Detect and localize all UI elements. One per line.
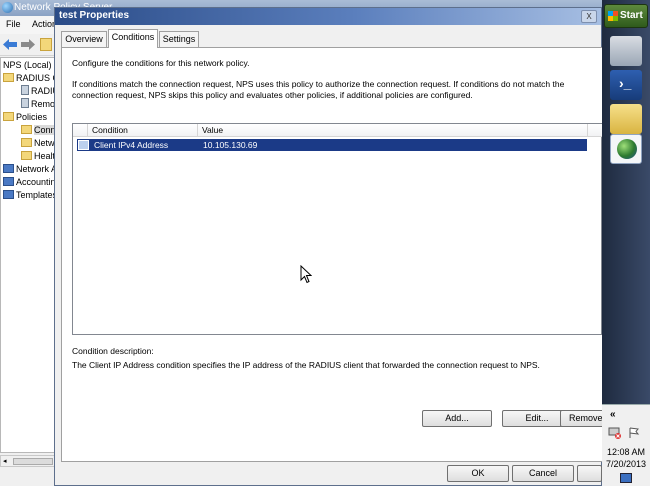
tree-label: Health Policies [34,151,54,161]
explanation-line-1: If conditions match the connection reque… [72,79,565,89]
action-center-flag-icon[interactable] [628,427,640,439]
folder-icon [3,112,14,121]
tree-label: Remote RADIUS Server Groups [31,99,55,109]
conditions-list[interactable]: Condition Value Client IPv4 Address 10.1… [72,123,603,335]
network-access-icon [3,164,14,173]
tab-settings[interactable]: Settings [159,31,199,47]
network-status-icon[interactable] [608,427,622,439]
description-text: The Client IP Address condition specifie… [72,360,540,370]
folder-icon [3,73,14,82]
show-desktop-icon[interactable] [620,473,632,483]
folder-icon [21,151,32,160]
taskbar: Start ›_ « 12:08 AM 7/20/2013 [602,0,650,486]
explorer-icon[interactable] [610,104,642,134]
col-header-value[interactable]: Value [198,124,588,137]
back-arrow-icon[interactable] [3,39,17,50]
tree-hscrollbar[interactable]: ◂ [0,455,55,467]
dialog-title: test Properties [59,10,130,21]
scroll-left-icon[interactable]: ◂ [3,457,7,465]
clock-date[interactable]: 7/20/2013 [602,459,650,469]
forward-arrow-icon[interactable] [21,39,35,50]
tab-overview[interactable]: Overview [61,31,107,47]
tab-conditions[interactable]: Conditions [108,29,158,48]
scroll-thumb[interactable] [13,458,53,465]
windows-logo-icon [608,11,618,21]
tree-item-radius[interactable]: RADIUS Clients and Servers [3,72,54,85]
client-address-icon [78,140,89,150]
nps-icon [2,2,13,13]
server-manager-icon[interactable] [610,36,642,66]
tree-label: RADIUS Clients and Servers [16,73,54,83]
conditions-panel: Configure the conditions for this networ… [61,47,608,462]
tree-label: Connection Request Policies [34,125,54,135]
tree-label: Network Access Protection [16,164,54,174]
close-button[interactable]: X [581,10,597,23]
mouse-pointer-icon [300,265,312,284]
accounting-icon [3,177,14,186]
tree-item-policies[interactable]: Policies [3,111,47,124]
start-button[interactable]: Start [604,4,648,28]
explanation-line-2: connection request, NPS skips this polic… [72,90,473,100]
tree-label: Network Policies [34,138,55,148]
apply-button[interactable] [577,465,602,482]
cancel-button[interactable]: Cancel [512,465,574,482]
show-hidden-icons-button[interactable]: « [610,409,616,420]
server-icon [21,98,29,108]
mmc-toolbar [0,34,56,56]
tree-label: NPS (Local) [3,60,52,70]
row-condition: Client IPv4 Address [94,140,169,150]
nps-taskbar-icon[interactable] [610,134,642,164]
row-value: 10.105.130.69 [203,140,258,150]
notification-area: « 12:08 AM 7/20/2013 [602,404,650,486]
dialog-titlebar[interactable]: test Properties X [55,8,601,25]
list-header: Condition Value [73,124,603,137]
tree-item-nps-local[interactable]: NPS (Local) [3,59,52,72]
col-header-icon[interactable] [73,124,88,137]
start-label: Start [620,10,643,21]
tree-label: Accounting [16,177,54,187]
console-tree: NPS (Local) RADIUS Clients and Servers R… [0,57,55,453]
powershell-glyph: ›_ [619,75,632,91]
server-icon [21,85,29,95]
mmc-menubar: File Action [0,16,57,34]
ok-button[interactable]: OK [447,465,509,482]
properties-dialog: test Properties X Overview Conditions Se… [54,7,608,486]
tree-item-nap[interactable]: Network Access Protection [3,163,54,176]
tree-label: RADIUS Clients [31,86,54,96]
folder-icon [21,138,32,147]
table-row[interactable]: Client IPv4 Address 10.105.130.69 [77,139,587,151]
globe-icon [617,139,637,159]
tree-label: Templates Management [16,190,55,200]
tree-item-remote-groups[interactable]: Remote RADIUS Server Groups [21,98,55,111]
tree-item-health-policies[interactable]: Health Policies [21,150,54,163]
tree-item-templates[interactable]: Templates Management [3,189,55,202]
tree-item-radius-clients[interactable]: RADIUS Clients [21,85,54,98]
add-button[interactable]: Add... [422,410,492,427]
description-label: Condition description: [72,346,154,356]
intro-text: Configure the conditions for this networ… [72,58,250,68]
tree-label: Policies [16,112,48,122]
clock-time[interactable]: 12:08 AM [602,447,650,457]
tree-item-network-policies[interactable]: Network Policies [21,137,55,150]
remove-button[interactable]: Remove [560,410,608,427]
powershell-icon[interactable]: ›_ [610,70,642,100]
open-folder-icon [21,125,32,134]
col-header-condition[interactable]: Condition [88,124,198,137]
templates-icon [3,190,14,199]
tree-item-accounting[interactable]: Accounting [3,176,54,189]
tree-item-connection-policies[interactable]: Connection Request Policies [21,124,54,137]
menu-file[interactable]: File [6,19,21,29]
folder-up-icon[interactable] [40,38,52,51]
